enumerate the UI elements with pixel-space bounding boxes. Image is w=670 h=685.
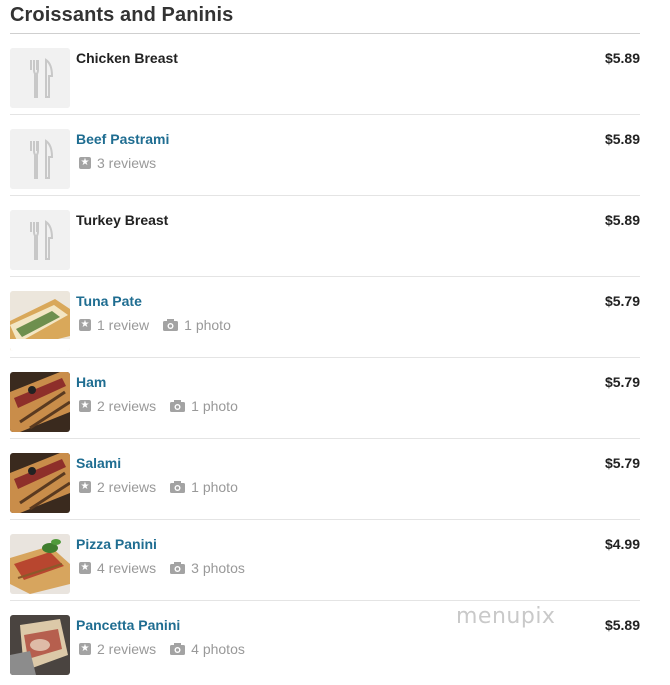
utensils-placeholder-icon — [10, 48, 70, 108]
star-icon — [79, 156, 91, 170]
pancetta-panini-photo[interactable] — [10, 615, 70, 675]
item-name-link[interactable]: Ham — [76, 374, 106, 390]
item-name-link[interactable]: Beef Pastrami — [76, 131, 169, 147]
menupix-watermark: menupix — [456, 604, 556, 629]
photos-count: 1 photo — [184, 317, 231, 333]
reviews-link[interactable]: 2 reviews — [79, 641, 156, 657]
panini-photo[interactable] — [10, 453, 70, 513]
sandwich-photo[interactable] — [10, 291, 70, 351]
menu-item: Chicken Breast $5.89 — [10, 34, 640, 115]
photos-link[interactable]: 1 photo — [170, 398, 238, 414]
item-meta: 2 reviews 1 photo — [79, 398, 252, 414]
camera-icon — [170, 400, 186, 412]
reviews-count: 1 review — [97, 317, 150, 333]
item-meta: 2 reviews 4 photos — [79, 641, 259, 657]
item-meta: 1 review 1 photo — [79, 317, 245, 333]
star-icon — [79, 480, 91, 494]
item-name-link[interactable]: Salami — [76, 455, 121, 471]
photos-count: 4 photos — [191, 641, 245, 657]
item-meta: 4 reviews 3 photos — [79, 560, 259, 576]
star-icon — [79, 642, 91, 656]
panini-photo[interactable] — [10, 372, 70, 432]
photos-link[interactable]: 4 photos — [170, 641, 245, 657]
photos-link[interactable]: 1 photo — [163, 317, 231, 333]
item-price: $5.89 — [604, 617, 640, 633]
photos-count: 3 photos — [191, 560, 245, 576]
reviews-link[interactable]: 2 reviews — [79, 398, 156, 414]
menu-list: Chicken Breast $5.89 Beef Pastrami $5.89… — [10, 34, 640, 681]
camera-icon — [170, 481, 186, 493]
menu-item: Beef Pastrami $5.89 3 reviews — [10, 115, 640, 196]
item-price: $5.79 — [604, 374, 640, 390]
item-name: Turkey Breast — [76, 212, 169, 228]
item-price: $5.89 — [604, 50, 640, 66]
reviews-link[interactable]: 1 review — [79, 317, 149, 333]
item-price: $5.79 — [604, 455, 640, 471]
menu-item: Ham $5.79 2 reviews 1 photo — [10, 358, 640, 439]
item-price: $5.89 — [604, 131, 640, 147]
utensils-placeholder-icon — [10, 210, 70, 270]
item-name-link[interactable]: Pancetta Panini — [76, 617, 180, 633]
reviews-count: 3 reviews — [97, 155, 157, 171]
photos-count: 1 photo — [191, 479, 238, 495]
reviews-count: 2 reviews — [97, 398, 157, 414]
reviews-link[interactable]: 3 reviews — [79, 155, 156, 171]
item-name: Chicken Breast — [76, 50, 178, 66]
item-price: $5.79 — [604, 293, 640, 309]
reviews-count: 2 reviews — [97, 641, 157, 657]
item-name-link[interactable]: Tuna Pate — [76, 293, 142, 309]
star-icon — [79, 561, 91, 575]
menu-item: Turkey Breast $5.89 — [10, 196, 640, 277]
item-price: $5.89 — [604, 212, 640, 228]
photos-link[interactable]: 3 photos — [170, 560, 245, 576]
star-icon — [79, 318, 91, 332]
menu-item: Salami $5.79 2 reviews 1 photo — [10, 439, 640, 520]
pizza-panini-photo[interactable] — [10, 534, 70, 594]
star-icon — [79, 399, 91, 413]
camera-icon — [170, 562, 186, 574]
section-title: Croissants and Paninis — [10, 4, 234, 26]
menu-item: Tuna Pate $5.79 1 review 1 photo — [10, 277, 640, 358]
utensils-placeholder-icon — [10, 129, 70, 189]
item-meta: 2 reviews 1 photo — [79, 479, 252, 495]
reviews-count: 2 reviews — [97, 479, 157, 495]
item-price: $4.99 — [604, 536, 640, 552]
photos-count: 1 photo — [191, 398, 238, 414]
photos-link[interactable]: 1 photo — [170, 479, 238, 495]
reviews-link[interactable]: 4 reviews — [79, 560, 156, 576]
reviews-count: 4 reviews — [97, 560, 157, 576]
item-meta: 3 reviews — [79, 155, 170, 171]
camera-icon — [170, 643, 186, 655]
item-name-link[interactable]: Pizza Panini — [76, 536, 157, 552]
reviews-link[interactable]: 2 reviews — [79, 479, 156, 495]
menu-item: Pizza Panini $4.99 4 reviews 3 photos — [10, 520, 640, 601]
camera-icon — [163, 319, 179, 331]
